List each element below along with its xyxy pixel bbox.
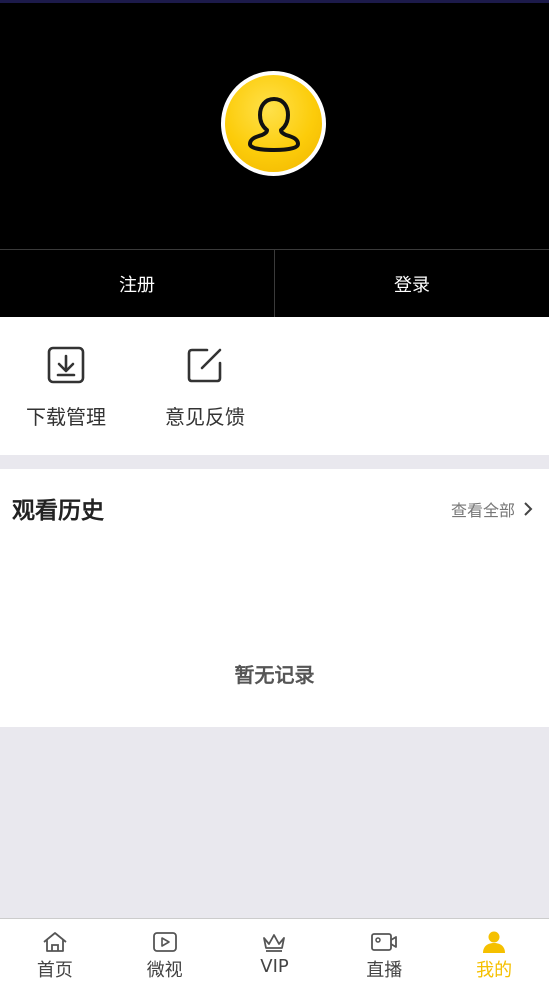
- tab-live[interactable]: 直播: [329, 919, 439, 986]
- tab-vip[interactable]: VIP: [220, 919, 330, 986]
- login-button[interactable]: 登录: [274, 250, 549, 317]
- home-icon: [43, 932, 67, 952]
- chevron-right-icon: [524, 502, 533, 516]
- play-icon: [152, 932, 177, 952]
- download-manager-label: 下载管理: [26, 405, 106, 429]
- register-button[interactable]: 注册: [0, 250, 274, 317]
- video-camera-icon: [371, 933, 398, 951]
- tab-micro-video-label: 微视: [146, 960, 183, 981]
- crown-icon: [263, 934, 286, 952]
- view-all-label: 查看全部: [450, 501, 515, 520]
- avatar[interactable]: [221, 71, 326, 176]
- tab-home[interactable]: 首页: [0, 919, 110, 986]
- user-icon: [483, 931, 506, 953]
- profile-header: [0, 3, 549, 249]
- view-all-link[interactable]: 查看全部: [451, 497, 533, 521]
- tab-micro-video[interactable]: 微视: [110, 919, 220, 986]
- tools-section: 下载管理 意见反馈: [0, 317, 549, 455]
- download-manager-button[interactable]: 下载管理: [6, 345, 126, 430]
- bottom-tab-bar: 首页 微视 VIP 直播 我的: [0, 918, 549, 986]
- tab-mine[interactable]: 我的: [439, 919, 549, 986]
- tab-home-label: 首页: [36, 960, 73, 981]
- tab-vip-label: VIP: [260, 956, 289, 977]
- auth-row: 注册 登录: [0, 249, 549, 317]
- tab-live-label: 直播: [366, 960, 403, 981]
- edit-icon: [187, 348, 222, 383]
- tab-mine-label: 我的: [476, 960, 513, 981]
- watch-history-section: 观看历史 查看全部 暂无记录: [0, 469, 549, 727]
- feedback-button[interactable]: 意见反馈: [145, 345, 265, 430]
- empty-history-text: 暂无记录: [234, 663, 315, 687]
- watch-history-title: 观看历史: [12, 498, 104, 524]
- download-icon: [47, 346, 85, 384]
- feedback-label: 意见反馈: [165, 405, 245, 429]
- default-user-avatar-icon: [225, 75, 322, 172]
